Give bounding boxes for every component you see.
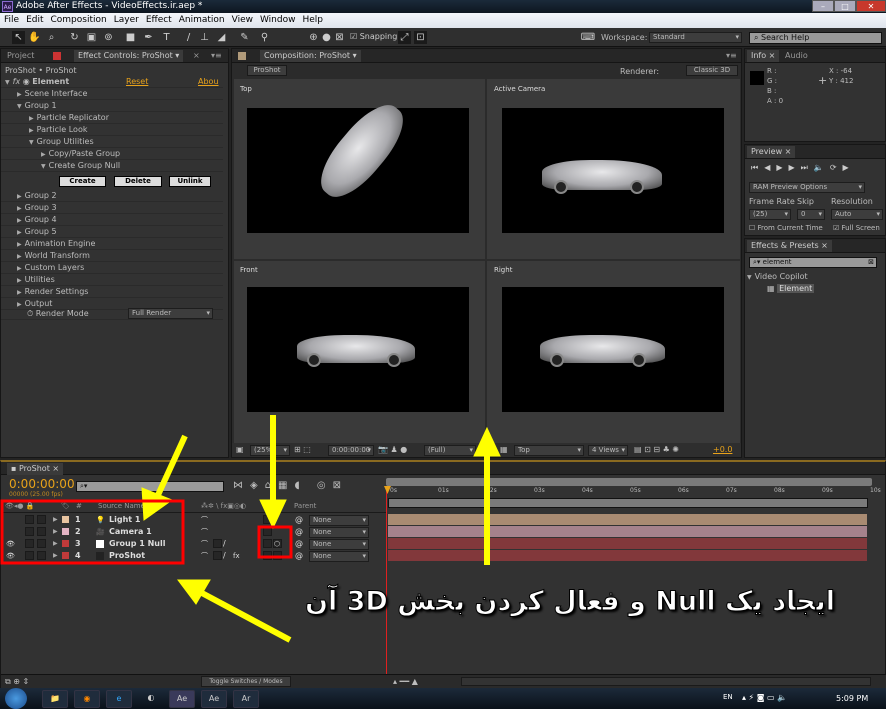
arrow-head-up-icon bbox=[473, 426, 501, 457]
arrow-head-down-icon bbox=[259, 499, 287, 530]
media-encoder-taskbar-icon[interactable]: Ar bbox=[233, 690, 259, 708]
explorer-icon[interactable]: 📁 bbox=[42, 690, 68, 708]
start-button[interactable] bbox=[5, 688, 27, 709]
clock[interactable]: 5:09 PM bbox=[836, 694, 868, 703]
tray-icons[interactable]: ▴ ⚡ ◙ ▭ 🔈 bbox=[742, 693, 787, 702]
arrow-to-layers bbox=[155, 434, 188, 497]
3d-switch-highlight-box bbox=[257, 525, 293, 559]
language-indicator[interactable]: EN bbox=[723, 693, 733, 701]
after-effects-taskbar-icon[interactable]: Ae bbox=[169, 690, 195, 708]
app-icon[interactable]: ◐ bbox=[138, 690, 164, 708]
firefox-icon[interactable]: ◉ bbox=[74, 690, 100, 708]
ie-icon[interactable]: e bbox=[106, 690, 132, 708]
annotation-caption: ایجاد یک Null و فعال کردن بخش 3D آن bbox=[304, 586, 836, 618]
after-effects-taskbar-icon-2[interactable]: Ae bbox=[201, 690, 227, 708]
arrow-to-layer-panel bbox=[198, 589, 292, 643]
windows-taskbar: 📁 ◉ e ◐ Ae Ae Ar EN ▴ ⚡ ◙ ▭ 🔈 5:09 PM bbox=[0, 688, 886, 709]
